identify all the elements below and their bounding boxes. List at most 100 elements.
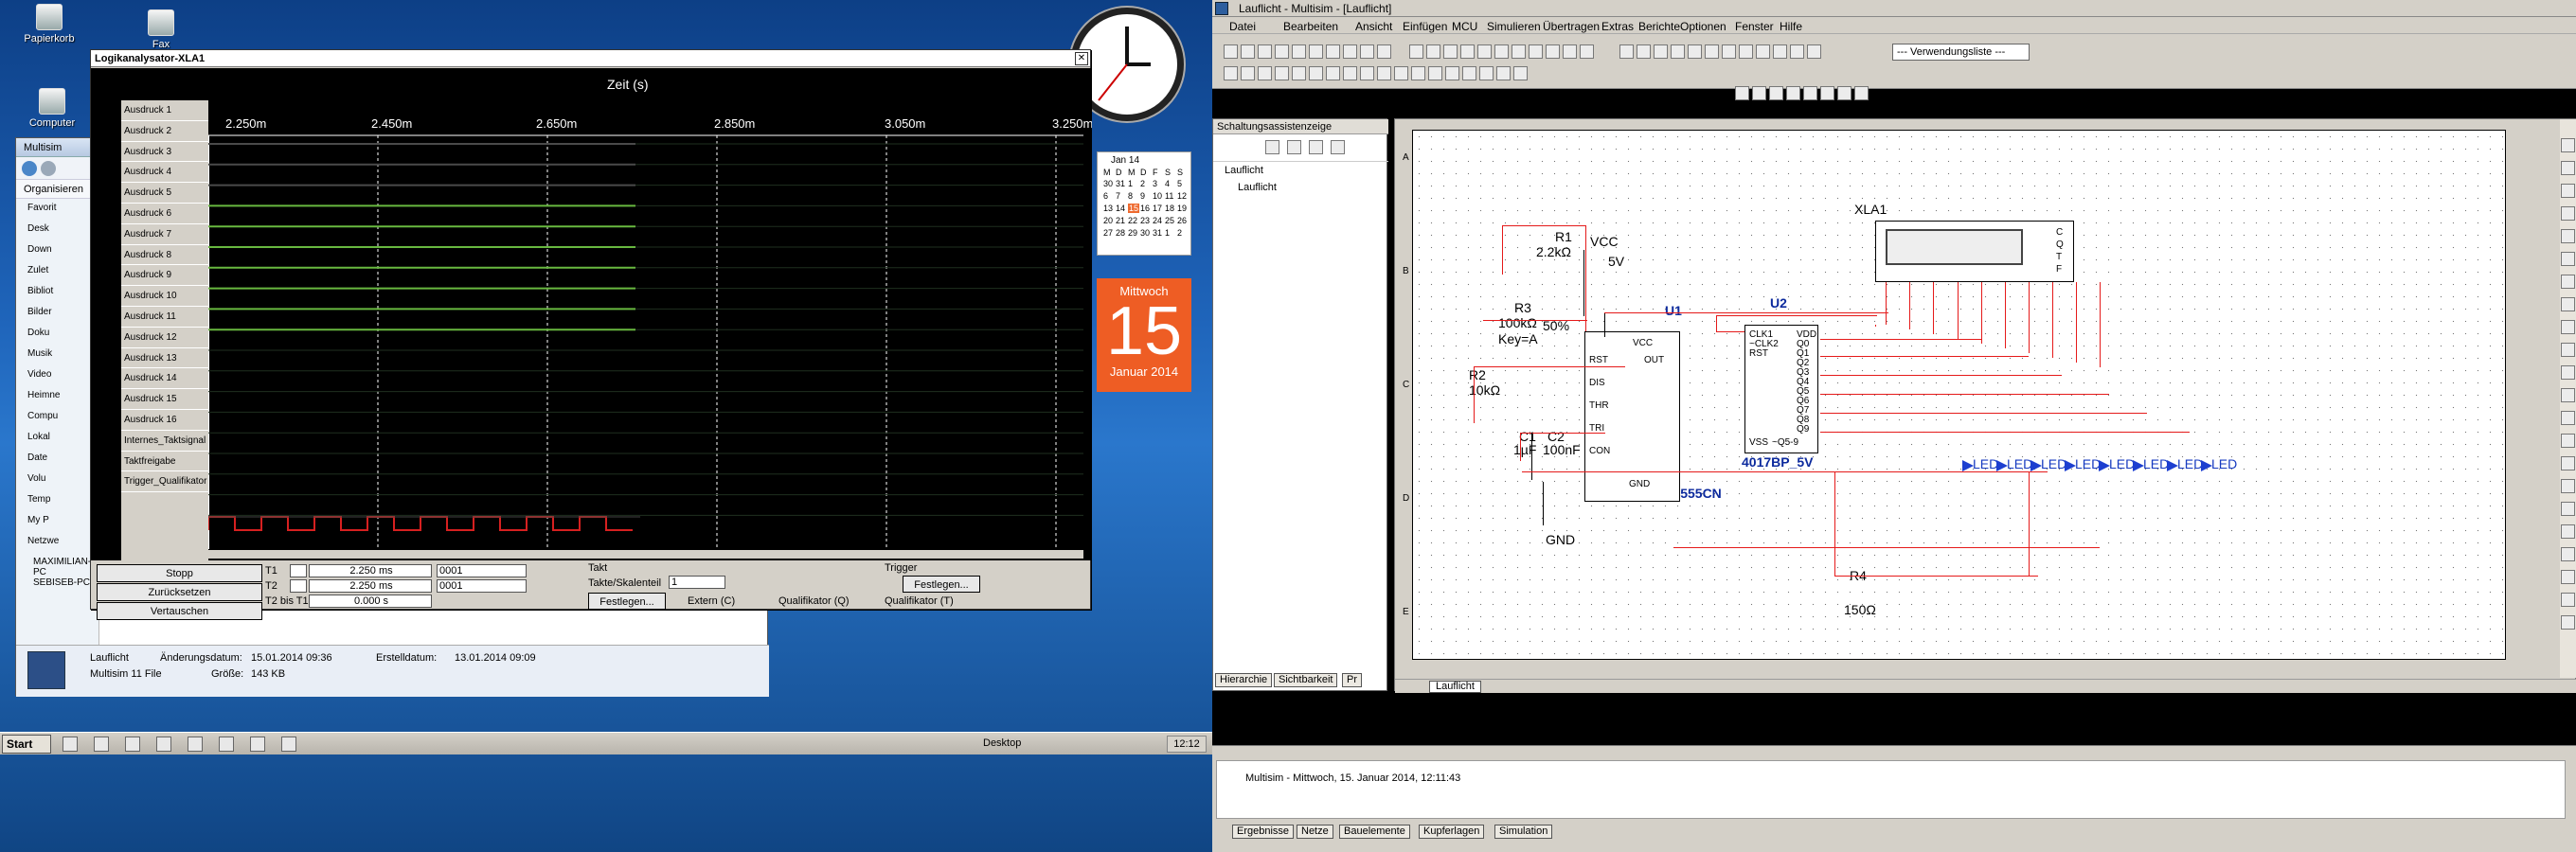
calendar-day[interactable]: 27 xyxy=(1103,228,1113,238)
toolbar-button-icon[interactable] xyxy=(1224,66,1238,80)
toolbar-button-icon[interactable] xyxy=(1773,44,1787,59)
toolbar-button-icon[interactable] xyxy=(1790,44,1804,59)
component-toolbar-icon[interactable] xyxy=(2561,388,2575,402)
trigger-set-button[interactable]: Festlegen... xyxy=(903,576,980,593)
toolbar-button-icon[interactable] xyxy=(1292,44,1306,59)
toolbar-button-icon[interactable] xyxy=(1563,44,1577,59)
component-toolbar-icon[interactable] xyxy=(2561,184,2575,198)
t2-arrows[interactable] xyxy=(290,579,307,593)
component-toolbar-icon[interactable] xyxy=(2561,434,2575,448)
calendar-day[interactable]: 26 xyxy=(1177,216,1187,225)
tab-hierarchy[interactable]: Hierarchie xyxy=(1215,673,1273,687)
tree-item-child[interactable]: Lauflicht xyxy=(1238,182,1277,193)
tab-results[interactable]: Ergebnisse xyxy=(1232,825,1295,839)
toolbar-button-icon[interactable] xyxy=(1496,66,1511,80)
calendar-day[interactable]: 20 xyxy=(1103,216,1113,225)
logic-analyzer-symbol[interactable]: CQTF xyxy=(1875,221,2074,282)
toolbar-button-icon[interactable] xyxy=(1837,86,1852,100)
taskbar-skype-icon[interactable] xyxy=(188,737,203,752)
calendar-day[interactable]: 5 xyxy=(1177,179,1182,188)
calendar-day[interactable]: 1 xyxy=(1165,228,1170,238)
menu-item[interactable]: Extras xyxy=(1601,20,1634,33)
calendar-day[interactable]: 17 xyxy=(1153,204,1162,213)
explorer-nav-item[interactable]: Favorit xyxy=(27,203,57,213)
open-icon[interactable] xyxy=(1287,140,1301,154)
explorer-nav-item[interactable]: Heimne xyxy=(27,390,60,400)
calendar-day[interactable]: 8 xyxy=(1128,191,1133,201)
toolbar-button-icon[interactable] xyxy=(1529,44,1543,59)
component-toolbar-icon[interactable] xyxy=(2561,320,2575,334)
taskbar-media-icon[interactable] xyxy=(63,737,78,752)
forward-icon[interactable] xyxy=(41,161,56,176)
calendar-day[interactable]: 31 xyxy=(1116,179,1125,188)
toolbar-button-icon[interactable] xyxy=(1688,44,1702,59)
component-toolbar-icon[interactable] xyxy=(2561,456,2575,470)
toolbar-button-icon[interactable] xyxy=(1309,44,1323,59)
toolbar-button-icon[interactable] xyxy=(1224,44,1238,59)
menu-item[interactable]: Fenster xyxy=(1735,20,1774,33)
calendar-day[interactable]: 9 xyxy=(1140,191,1145,201)
toolbar-button-icon[interactable] xyxy=(1546,44,1560,59)
component-toolbar-icon[interactable] xyxy=(2561,502,2575,516)
taskbar-multisim-icon[interactable] xyxy=(281,737,296,752)
explorer-nav-item[interactable]: Netzwe xyxy=(27,536,59,546)
calendar-day[interactable]: 11 xyxy=(1165,191,1173,201)
toolbar-button-icon[interactable] xyxy=(1512,44,1526,59)
new-icon[interactable] xyxy=(1265,140,1279,154)
taskbar-pdf-icon[interactable] xyxy=(125,737,140,752)
reverse-button[interactable]: Vertauschen xyxy=(97,602,262,620)
menu-item[interactable]: Übertragen xyxy=(1543,20,1600,33)
toolbar-button-icon[interactable] xyxy=(1343,66,1357,80)
explorer-nav-item[interactable]: My P xyxy=(27,515,49,525)
menu-item[interactable]: Optionen xyxy=(1680,20,1726,33)
taskbar-folder-icon[interactable] xyxy=(219,737,234,752)
toolbar-button-icon[interactable] xyxy=(1654,44,1668,59)
explorer-nav-item[interactable]: Volu xyxy=(27,473,45,484)
calendar-day[interactable]: 15 xyxy=(1128,204,1140,213)
toolbar-button-icon[interactable] xyxy=(1343,44,1357,59)
toolbar-button-icon[interactable] xyxy=(1411,66,1425,80)
toolbar-button-icon[interactable] xyxy=(1409,44,1423,59)
clock-cycles-field[interactable]: 1 xyxy=(669,576,725,589)
explorer-nav-item[interactable]: Date xyxy=(27,453,47,463)
calendar-day[interactable]: 29 xyxy=(1128,228,1137,238)
menu-item[interactable]: Einfügen xyxy=(1403,20,1447,33)
toolbar-button-icon[interactable] xyxy=(1394,66,1408,80)
calendar-day[interactable]: 3 xyxy=(1153,179,1157,188)
component-toolbar-icon[interactable] xyxy=(2561,411,2575,425)
toolbar-button-icon[interactable] xyxy=(1580,44,1594,59)
calendar-day[interactable]: 6 xyxy=(1103,191,1108,201)
calendar-day[interactable]: 2 xyxy=(1140,179,1145,188)
toolbar-button-icon[interactable] xyxy=(1460,44,1475,59)
save-icon[interactable] xyxy=(1309,140,1323,154)
toolbar-button-icon[interactable] xyxy=(1258,66,1272,80)
calendar-day[interactable]: 4 xyxy=(1165,179,1170,188)
toolbar-button-icon[interactable] xyxy=(1820,86,1834,100)
t1-arrows[interactable] xyxy=(290,564,307,577)
explorer-nav-item[interactable]: Temp xyxy=(27,494,50,505)
calendar-day[interactable]: 30 xyxy=(1140,228,1150,238)
toolbar-button-icon[interactable] xyxy=(1494,44,1509,59)
toolbar-button-icon[interactable] xyxy=(1443,44,1458,59)
menu-item[interactable]: Bearbeiten xyxy=(1283,20,1338,33)
taskbar-app-icon[interactable] xyxy=(250,737,265,752)
toolbar-button-icon[interactable] xyxy=(1241,66,1255,80)
run-simulation-icon[interactable] xyxy=(1735,86,1749,100)
toolbar-button-icon[interactable] xyxy=(1513,66,1528,80)
calendar-day[interactable]: 2 xyxy=(1177,228,1182,238)
calendar-day[interactable]: 16 xyxy=(1140,204,1150,213)
tab-copper-layers[interactable]: Kupferlagen xyxy=(1419,825,1485,839)
calendar-day[interactable]: 12 xyxy=(1177,191,1187,201)
desktop-icon-computer[interactable]: Computer xyxy=(19,88,85,129)
component-toolbar-icon[interactable] xyxy=(2561,343,2575,357)
menu-item[interactable]: MCU xyxy=(1452,20,1477,33)
tab-nets[interactable]: Netze xyxy=(1297,825,1333,839)
toolbar-button-icon[interactable] xyxy=(1671,44,1685,59)
toolbar-button-icon[interactable] xyxy=(1756,44,1770,59)
explorer-nav-item[interactable]: Musik xyxy=(27,348,52,359)
component-toolbar-icon[interactable] xyxy=(2561,615,2575,630)
toolbar-button-icon[interactable] xyxy=(1786,86,1800,100)
toolbar-button-icon[interactable] xyxy=(1275,66,1289,80)
calendar-day[interactable]: 14 xyxy=(1116,204,1125,213)
component-toolbar-icon[interactable] xyxy=(2561,161,2575,175)
